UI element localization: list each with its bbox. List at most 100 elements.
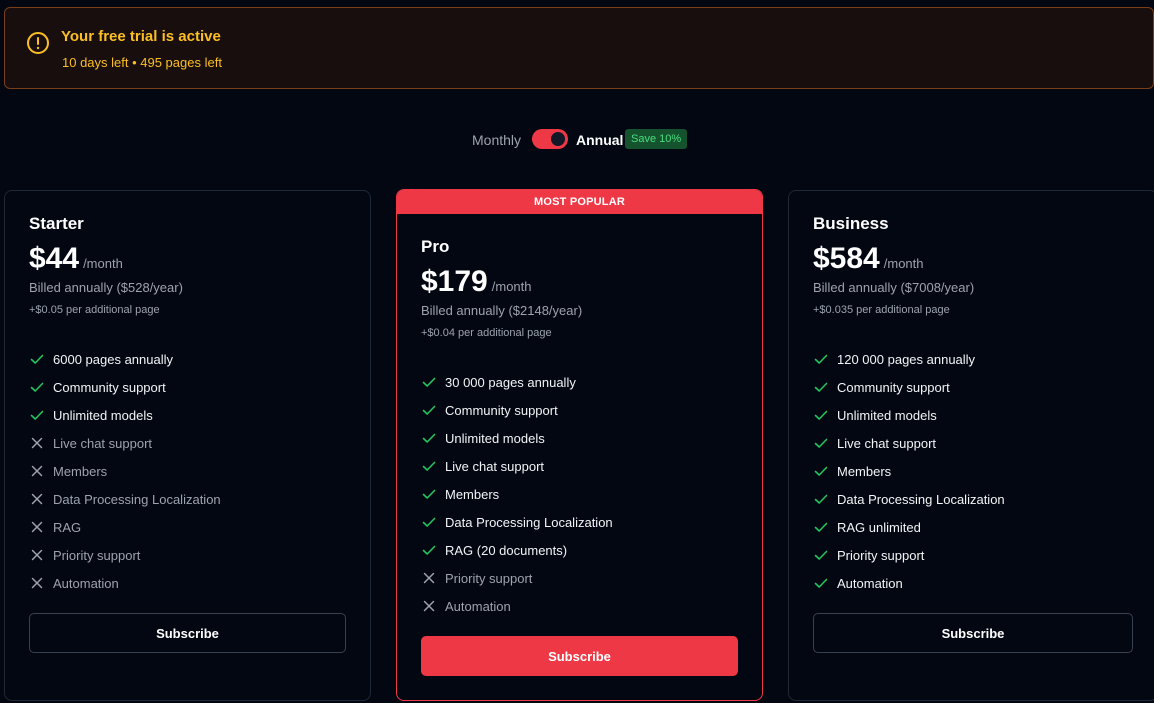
- feature-label: Automation: [445, 598, 511, 614]
- toggle-knob: [551, 132, 565, 146]
- feature-item: Unlimited models: [421, 424, 738, 452]
- plan-card-starter: Starter $44 /month Billed annually ($528…: [4, 190, 371, 701]
- check-icon: [422, 433, 436, 443]
- additional-page-price: +$0.05 per additional page: [29, 304, 160, 316]
- feature-item: RAG unlimited: [813, 513, 1133, 541]
- subscribe-button-starter[interactable]: Subscribe: [29, 613, 346, 653]
- x-icon: [423, 600, 435, 612]
- feature-item: Data Processing Localization: [421, 508, 738, 536]
- feature-item: 120 000 pages annually: [813, 345, 1133, 373]
- billed-annually-text: Billed annually ($528/year): [29, 280, 183, 295]
- feature-item: Members: [29, 457, 346, 485]
- feature-item: Automation: [29, 569, 346, 597]
- feature-label: RAG (20 documents): [445, 542, 568, 558]
- check-icon: [814, 494, 828, 504]
- feature-label: Priority support: [53, 547, 141, 563]
- plan-name: Business: [813, 214, 889, 233]
- subscribe-button-pro[interactable]: Subscribe: [421, 636, 738, 676]
- feature-label: Members: [53, 463, 108, 479]
- feature-label: Unlimited models: [837, 407, 937, 423]
- feature-item: Automation: [421, 592, 738, 620]
- feature-item: 6000 pages annually: [29, 345, 346, 373]
- feature-item: 30 000 pages annually: [421, 368, 738, 396]
- additional-page-price: +$0.035 per additional page: [813, 304, 950, 316]
- check-icon: [422, 517, 436, 527]
- plan-price: $44: [29, 242, 80, 275]
- x-icon: [423, 572, 435, 584]
- check-icon: [422, 489, 436, 499]
- trial-banner: Your free trial is active 10 days left •…: [4, 7, 1154, 89]
- feature-item: Community support: [29, 373, 346, 401]
- check-icon: [422, 405, 436, 415]
- feature-label: RAG unlimited: [837, 519, 921, 535]
- save-badge: Save 10%: [625, 129, 688, 149]
- feature-item: Members: [421, 480, 738, 508]
- x-icon: [31, 521, 43, 533]
- plan-card-business: Business $584 /month Billed annually ($7…: [788, 190, 1154, 701]
- subscribe-button-business[interactable]: Subscribe: [813, 613, 1133, 653]
- feature-label: 30 000 pages annually: [445, 374, 576, 390]
- feature-label: Data Processing Localization: [53, 491, 221, 507]
- feature-item: Community support: [813, 373, 1133, 401]
- check-icon: [814, 438, 828, 448]
- feature-label: Data Processing Localization: [837, 491, 1005, 507]
- feature-label: RAG: [53, 519, 82, 535]
- feature-item: Data Processing Localization: [29, 485, 346, 513]
- feature-label: Unlimited models: [445, 430, 545, 446]
- feature-list: 120 000 pages annually Community support U…: [813, 345, 1133, 597]
- check-icon: [422, 377, 436, 387]
- plan-price: $179: [421, 265, 488, 298]
- feature-label: Community support: [53, 379, 166, 395]
- feature-label: Community support: [837, 379, 950, 395]
- check-icon: [30, 354, 44, 364]
- plan-price: $584: [813, 242, 880, 275]
- feature-label: Priority support: [445, 570, 533, 586]
- feature-label: Priority support: [837, 547, 925, 563]
- monthly-label[interactable]: Monthly: [472, 132, 521, 148]
- feature-list: 6000 pages annually Community support Unli…: [29, 345, 346, 597]
- feature-label: Unlimited models: [53, 407, 153, 423]
- check-icon: [814, 550, 828, 560]
- x-icon: [31, 437, 43, 449]
- check-icon: [30, 382, 44, 392]
- feature-item: Priority support: [421, 564, 738, 592]
- feature-item: Community support: [421, 396, 738, 424]
- check-icon: [814, 382, 828, 392]
- trial-subtitle: 10 days left • 495 pages left: [62, 55, 222, 70]
- feature-list: 30 000 pages annually Community support Un…: [421, 368, 738, 620]
- feature-item: Live chat support: [421, 452, 738, 480]
- check-icon: [814, 522, 828, 532]
- plan-card-pro: MOST POPULAR Pro $179 /month Billed annu…: [396, 189, 763, 701]
- billed-annually-text: Billed annually ($7008/year): [813, 280, 975, 295]
- feature-item: Live chat support: [813, 429, 1133, 457]
- feature-item: RAG (20 documents): [421, 536, 738, 564]
- check-icon: [814, 578, 828, 588]
- feature-label: 6000 pages annually: [53, 351, 173, 367]
- feature-label: Automation: [837, 575, 903, 591]
- additional-page-price: +$0.04 per additional page: [421, 327, 552, 339]
- plan-name: Starter: [29, 214, 84, 233]
- check-icon: [30, 410, 44, 420]
- check-icon: [814, 410, 828, 420]
- check-icon: [814, 354, 828, 364]
- feature-label: 120 000 pages annually: [837, 351, 976, 367]
- trial-title: Your free trial is active: [61, 28, 221, 45]
- most-popular-ribbon: MOST POPULAR: [397, 190, 762, 214]
- check-icon: [814, 466, 828, 476]
- feature-item: Data Processing Localization: [813, 485, 1133, 513]
- plan-name: Pro: [421, 237, 450, 256]
- feature-label: Live chat support: [445, 458, 545, 474]
- annual-label[interactable]: Annual: [576, 132, 623, 148]
- check-icon: [422, 545, 436, 555]
- feature-label: Data Processing Localization: [445, 514, 613, 530]
- feature-item: Unlimited models: [29, 401, 346, 429]
- feature-item: RAG: [29, 513, 346, 541]
- feature-label: Members: [837, 463, 892, 479]
- x-icon: [31, 493, 43, 505]
- billing-toggle-switch[interactable]: [532, 129, 568, 149]
- feature-label: Live chat support: [53, 435, 153, 451]
- feature-label: Live chat support: [837, 435, 937, 451]
- feature-label: Community support: [445, 402, 558, 418]
- feature-item: Live chat support: [29, 429, 346, 457]
- x-icon: [31, 549, 43, 561]
